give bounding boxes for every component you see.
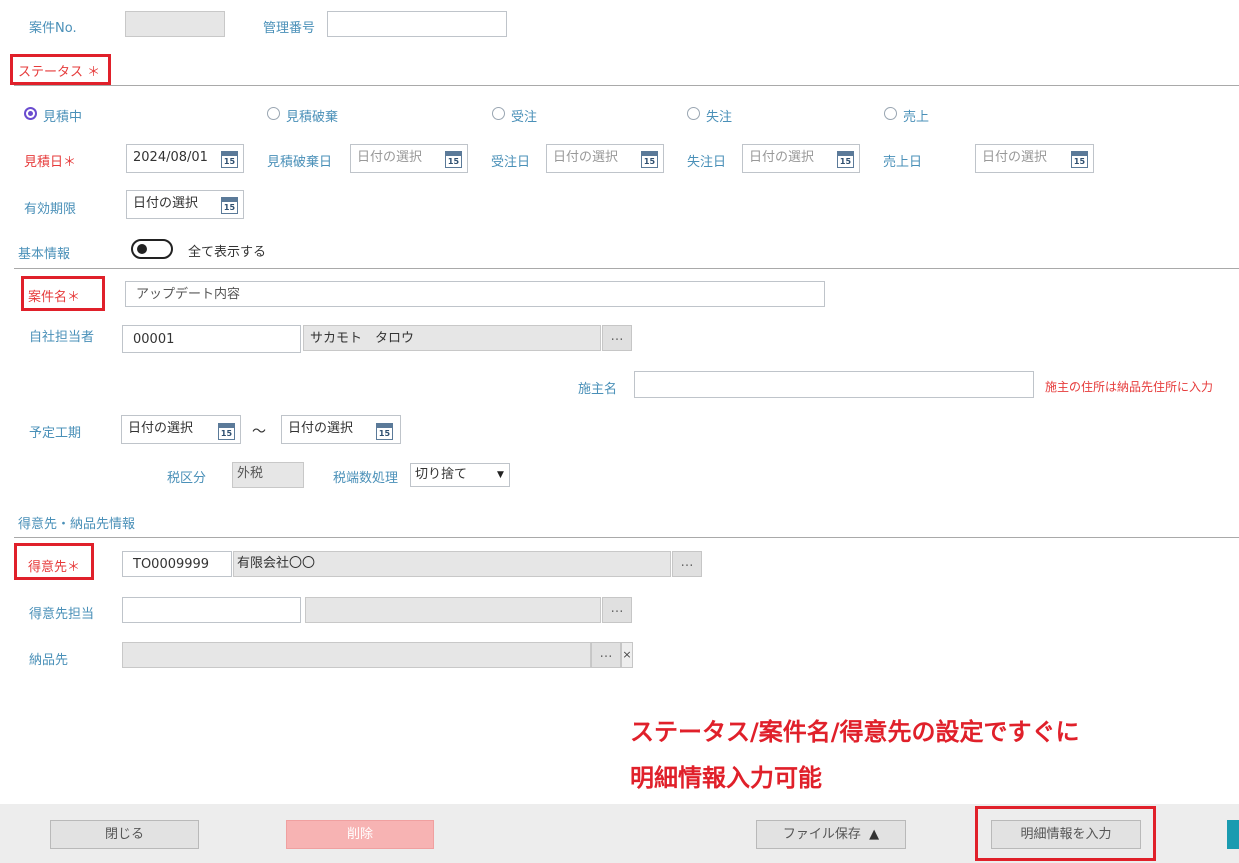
staff-search-button[interactable]: … [602,325,632,351]
estimate-date-label: 見積日＊ [24,155,77,170]
customer-code-input[interactable]: TO0009999 [122,551,232,577]
annotation-line-1: ステータス/案件名/得意先の設定ですぐに [630,718,1080,746]
management-no-input[interactable] [327,11,507,37]
case-no-field [125,11,225,37]
status-section-label: ステータス ＊ [18,65,101,80]
file-save-button[interactable]: ファイル保存 ▲ [756,820,906,849]
period-separator: ～ [252,424,266,440]
chevron-down-icon: ▼ [497,470,504,480]
tax-category-label: 税区分 [167,471,207,486]
sales-date-input[interactable]: 日付の選択 15 [975,144,1094,173]
calendar-icon[interactable]: 15 [837,151,854,168]
radio-icon [492,107,505,120]
period-end-input[interactable]: 日付の選択 15 [281,415,401,444]
enter-detail-button[interactable]: 明細情報を入力 [991,820,1141,849]
show-all-toggle[interactable] [131,239,173,259]
radio-icon [267,107,280,120]
calendar-icon[interactable]: 15 [1071,151,1088,168]
customer-contact-code-input[interactable] [122,597,301,623]
validity-label: 有効期限 [24,202,77,217]
status-divider [14,85,1239,86]
sales-date-label: 売上日 [883,155,923,170]
validity-date-input[interactable]: 日付の選択 15 [126,190,244,219]
customer-label: 得意先＊ [28,560,81,575]
lost-date-label: 失注日 [687,155,727,170]
delete-button[interactable]: 削除 [286,820,434,849]
customer-contact-search-button[interactable]: … [602,597,632,623]
basic-info-divider [14,268,1239,269]
discard-date-input[interactable]: 日付の選択 15 [350,144,468,173]
tax-category-field: 外税 [232,462,304,488]
order-date-label: 受注日 [491,155,531,170]
calendar-icon[interactable]: 15 [445,151,462,168]
tax-rounding-label: 税端数処理 [333,471,399,486]
case-no-label: 案件No. [29,21,77,36]
toggle-knob [137,244,147,254]
order-date-input[interactable]: 日付の選択 15 [546,144,664,173]
estimate-date-input[interactable]: 2024/08/01 15 [126,144,244,173]
radio-icon [884,107,897,120]
delivery-search-button[interactable]: … [591,642,621,668]
owner-input[interactable] [634,371,1034,398]
calendar-icon[interactable]: 15 [221,197,238,214]
lost-date-input[interactable]: 日付の選択 15 [742,144,860,173]
calendar-icon[interactable]: 15 [218,423,235,440]
teal-button-edge[interactable] [1227,820,1239,849]
customer-section-label: 得意先・納品先情報 [18,517,136,532]
customer-search-button[interactable]: … [672,551,702,577]
owner-label: 施主名 [578,382,618,397]
calendar-icon[interactable]: 15 [221,151,238,168]
customer-contact-label: 得意先担当 [29,607,95,622]
discard-date-label: 見積破棄日 [267,155,333,170]
delivery-field [122,642,591,668]
staff-name-field: サカモト タロウ [303,325,601,351]
radio-icon [687,107,700,120]
period-label: 予定工期 [29,426,82,441]
arrow-up-icon: ▲ [869,827,880,842]
calendar-icon[interactable]: 15 [641,151,658,168]
close-button[interactable]: 閉じる [50,820,199,849]
calendar-icon[interactable]: 15 [376,423,393,440]
management-no-label: 管理番号 [263,21,316,36]
customer-name-field: 有限会社〇〇 [233,551,671,577]
staff-code-input[interactable]: 00001 [122,325,301,353]
period-start-input[interactable]: 日付の選択 15 [121,415,241,444]
case-name-label: 案件名＊ [28,290,81,305]
basic-info-section-label: 基本情報 [18,247,71,262]
delivery-clear-icon[interactable]: × [621,642,633,668]
show-all-toggle-label: 全て表示する [188,245,267,260]
owner-note: 施主の住所は納品先住所に入力 [1045,380,1214,394]
customer-divider [14,537,1239,538]
staff-label: 自社担当者 [29,330,95,345]
customer-contact-name-field [305,597,601,623]
tax-rounding-select[interactable]: 切り捨て ▼ [410,463,510,487]
radio-selected-icon [24,107,37,120]
case-name-input[interactable]: アップデート内容 [125,281,825,307]
delivery-label: 納品先 [29,653,69,668]
annotation-line-2: 明細情報入力可能 [630,764,822,792]
